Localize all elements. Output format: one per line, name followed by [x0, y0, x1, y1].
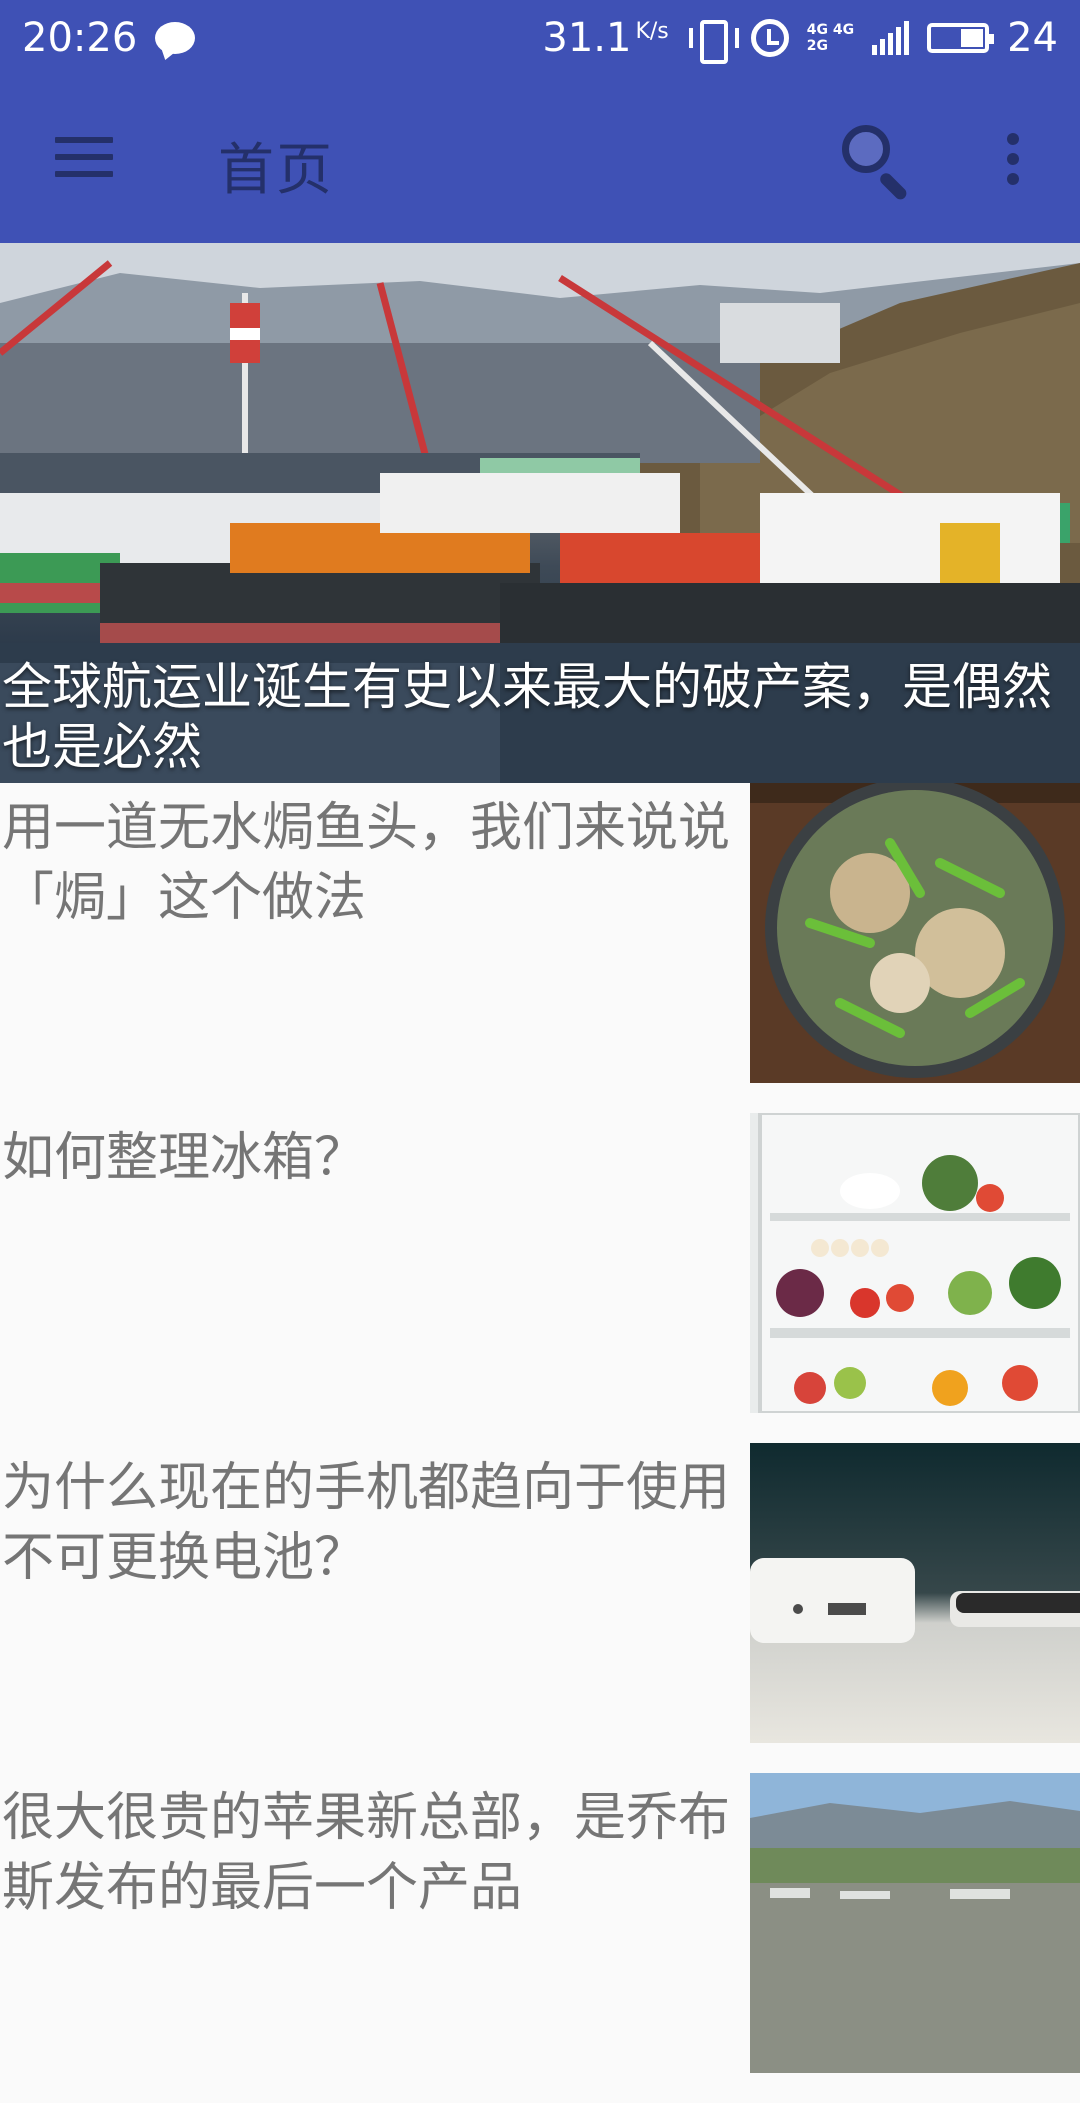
network-speed: 31.1 K/s — [542, 15, 668, 61]
status-time: 20:26 — [22, 14, 138, 61]
battery-icon — [927, 22, 995, 53]
battery-level: 24 — [1007, 14, 1058, 61]
network-type-bottom: 2G — [806, 37, 828, 54]
vibrate-icon — [687, 18, 739, 64]
article-feed: 用一道无水焗鱼头，我们来说说「焗」这个做法 如何整理冰箱？ 为什么现在的手机都趋… — [0, 783, 1080, 2103]
article-title: 如何整理冰箱？ — [2, 1128, 367, 1188]
article-title: 为什么现在的手机都趋向于使用不可更换电池？ — [2, 1458, 731, 1588]
alarm-icon — [750, 18, 789, 57]
more-vert-icon[interactable] — [1005, 133, 1021, 185]
network-speed-value: 31.1 — [542, 14, 632, 61]
hamburger-menu-icon[interactable] — [55, 135, 113, 179]
hero-banner[interactable]: 全球航运业诞生有史以来最大的破产案，是偶然也是必然 — [0, 243, 1080, 783]
network-type-top: 4G 4G — [806, 21, 855, 38]
list-item[interactable]: 如何整理冰箱？ — [0, 1113, 1080, 1443]
app-bar: 首页 — [0, 75, 1080, 243]
list-item[interactable]: 很大很贵的苹果新总部，是乔布斯发布的最后一个产品 — [0, 1773, 1080, 2103]
signal-icon — [872, 20, 910, 55]
article-title: 很大很贵的苹果新总部，是乔布斯发布的最后一个产品 — [2, 1788, 731, 1918]
network-speed-unit: K/s — [635, 18, 669, 44]
page-title: 首页 — [218, 138, 334, 203]
open-refrigerator-photo — [750, 1113, 1080, 1413]
list-item[interactable]: 为什么现在的手机都趋向于使用不可更换电池？ — [0, 1443, 1080, 1773]
fish-head-pot-photo — [750, 783, 1080, 1083]
list-item[interactable]: 用一道无水焗鱼头，我们来说说「焗」这个做法 — [0, 783, 1080, 1113]
chat-bubble-icon — [155, 21, 196, 54]
search-icon[interactable] — [840, 123, 912, 202]
power-bank-phone-photo — [750, 1443, 1080, 1743]
network-type-icon: 4G 4G 2G — [807, 22, 854, 54]
status-bar: 20:26 31.1 K/s 4G 4G 2G 24 — [0, 0, 1080, 75]
hero-title: 全球航运业诞生有史以来最大的破产案，是偶然也是必然 — [2, 658, 1052, 776]
article-title: 用一道无水焗鱼头，我们来说说「焗」这个做法 — [2, 798, 731, 928]
apple-campus-aerial-photo — [750, 1773, 1080, 2073]
